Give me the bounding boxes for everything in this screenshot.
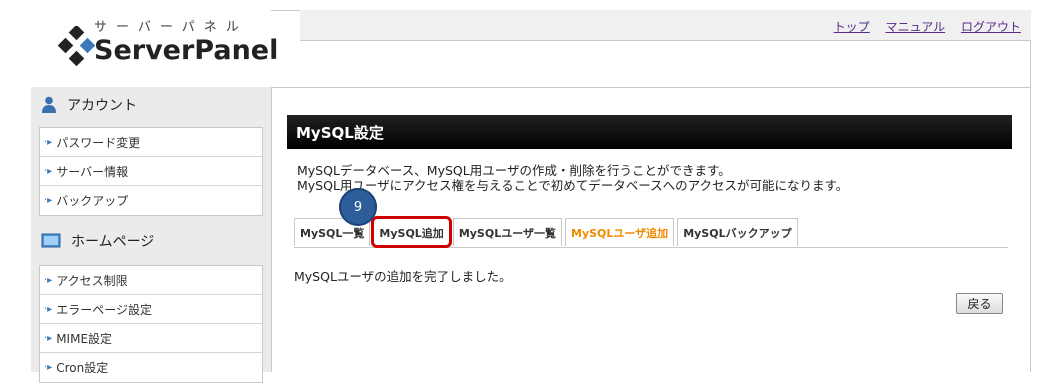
sidebar-item-access-control[interactable]: ·▸ アクセス制限 (40, 266, 262, 295)
arrow-icon: ·▸ (44, 165, 53, 177)
sidebar-section-title: ホームページ (71, 234, 155, 250)
sidebar-item-backup[interactable]: ·▸ バックアップ (40, 186, 262, 215)
sidebar-item-label: MIME設定 (56, 331, 113, 346)
sidebar-section-title: アカウント (67, 98, 137, 114)
sidebar: アカウント ·▸ パスワード変更 ·▸ サーバー情報 ·▸ バックアップ ホームページ… (31, 87, 272, 383)
nav-top-link[interactable]: トップ (834, 20, 870, 34)
back-button[interactable]: 戻る (956, 293, 1003, 314)
account-menu: ·▸ パスワード変更 ·▸ サーバー情報 ·▸ バックアップ (39, 127, 263, 216)
sidebar-item-label: エラーページ設定 (56, 302, 152, 317)
sidebar-item-label: パスワード変更 (56, 135, 141, 150)
monitor-icon (41, 233, 61, 248)
sidebar-section-account: アカウント (41, 92, 137, 118)
nav-logout-link[interactable]: ログアウト (961, 20, 1021, 34)
sidebar-item-label: Cron設定 (56, 361, 109, 375)
sidebar-section-homepage: ホームページ (41, 228, 154, 254)
arrow-icon: ·▸ (44, 303, 53, 315)
logo-kana: サーバーパネル (94, 20, 248, 35)
sidebar-item-label: アクセス制限 (56, 273, 128, 288)
logo-name: ServerPanel (94, 35, 279, 66)
tab-bar: MySQL一覧 MySQL追加 MySQLユーザ一覧 MySQLユーザ追加 My… (294, 216, 1008, 248)
sidebar-item-label: バックアップ (56, 194, 129, 208)
tab-mysql-user-list[interactable]: MySQLユーザ一覧 (452, 218, 562, 246)
page-description: MySQLデータベース、MySQL用ユーザの作成・削除を行うことができます。 M… (297, 163, 848, 193)
tab-mysql-backup[interactable]: MySQLバックアップ (677, 218, 798, 246)
homepage-menu: ·▸ アクセス制限 ·▸ エラーページ設定 ·▸ MIME設定 ·▸ Cron設定 (39, 265, 263, 383)
description-line: MySQL用ユーザにアクセス権を与えることで初めてデータベースへのアクセスが可能… (297, 178, 849, 193)
tab-mysql-user-add[interactable]: MySQLユーザ追加 (565, 218, 675, 246)
arrow-icon: ·▸ (44, 274, 53, 286)
logo-icon (57, 26, 96, 67)
header-bar: トップ マニュアル ログアウト (300, 10, 1031, 41)
arrow-icon: ·▸ (44, 362, 53, 373)
sidebar-item-mime[interactable]: ·▸ MIME設定 (40, 324, 262, 353)
arrow-icon: ·▸ (44, 195, 53, 206)
sidebar-item-error-page[interactable]: ·▸ エラーページ設定 (40, 295, 262, 324)
sidebar-item-label: サーバー情報 (56, 164, 129, 179)
sidebar-item-password[interactable]: ·▸ パスワード変更 (40, 128, 262, 157)
header-divider (271, 87, 1031, 88)
nav-manual-link[interactable]: マニュアル (886, 20, 946, 34)
arrow-icon: ·▸ (44, 136, 53, 148)
sidebar-item-cron[interactable]: ·▸ Cron設定 (40, 353, 262, 382)
sidebar-item-server-info[interactable]: ·▸ サーバー情報 (40, 157, 262, 186)
tab-mysql-add[interactable]: MySQL追加 (371, 216, 452, 248)
completion-message: MySQLユーザの追加を完了しました。 (294, 269, 512, 284)
user-icon (42, 96, 56, 113)
header-nav: トップ マニュアル ログアウト (822, 18, 1021, 35)
page-title: MySQL設定 (287, 115, 1012, 149)
arrow-icon: ·▸ (44, 332, 53, 344)
step-badge: 9 (339, 188, 377, 226)
description-line: MySQLデータベース、MySQL用ユーザの作成・削除を行うことができます。 (297, 163, 731, 178)
